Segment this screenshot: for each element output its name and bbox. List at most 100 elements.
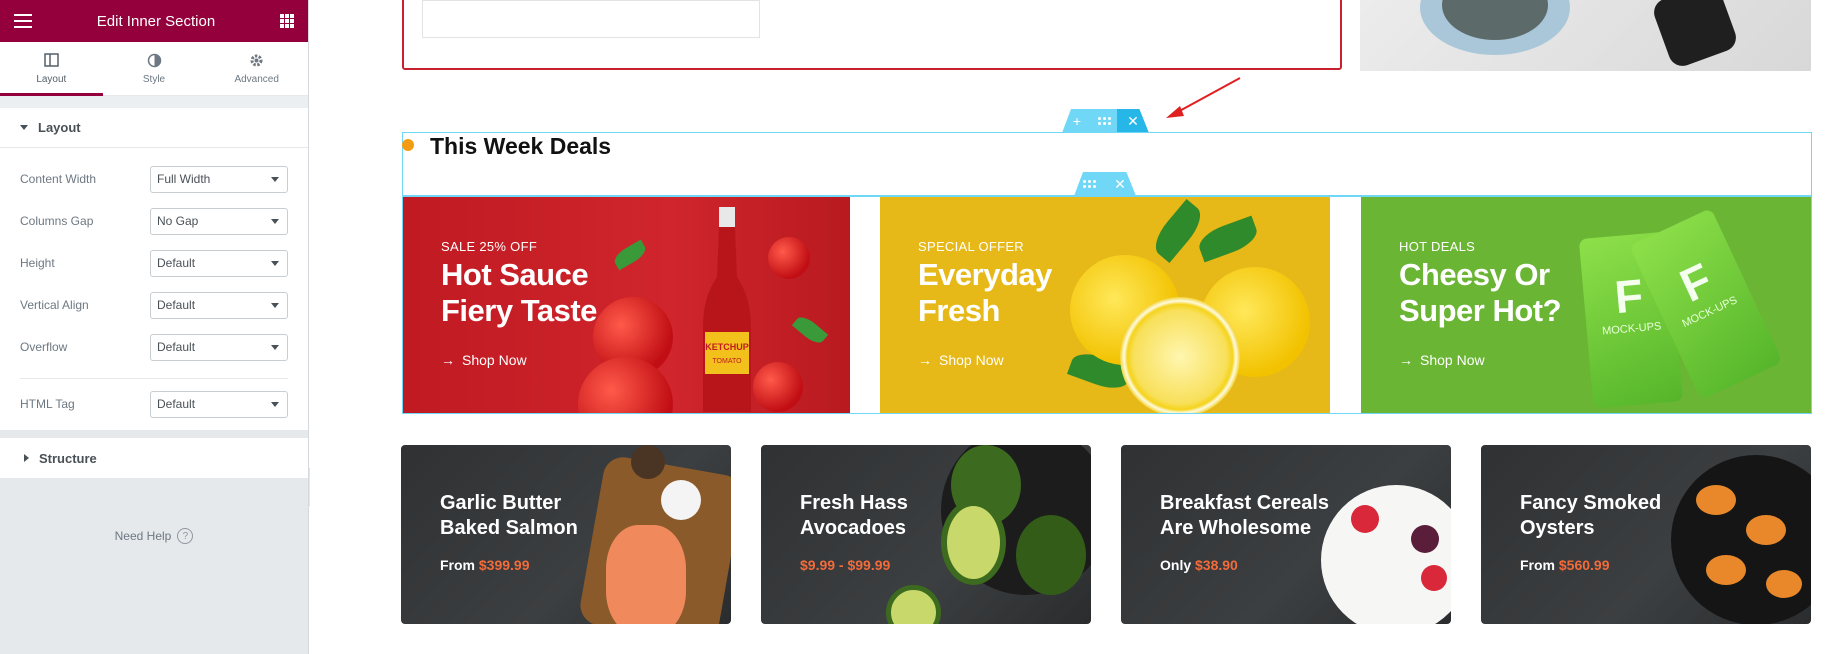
card-title-line: Avocadoes xyxy=(800,517,906,539)
widgets-grid-icon[interactable] xyxy=(280,14,294,28)
price-value: $399.99 xyxy=(478,557,530,573)
avocado-image xyxy=(1016,515,1086,595)
need-help-label: Need Help xyxy=(114,529,172,543)
delete-inner-button[interactable]: ✕ xyxy=(1104,172,1136,196)
layout-section-title: Layout xyxy=(38,120,81,135)
card-title: Fresh Hass Avocadoes xyxy=(800,491,908,541)
shop-now-link[interactable]: → Shop Now xyxy=(441,352,527,368)
strawberry-image xyxy=(1351,505,1379,533)
chevron-down-icon xyxy=(271,176,279,182)
section-toolbar: + ✕ xyxy=(1062,109,1149,133)
tab-layout[interactable]: Layout xyxy=(0,42,103,96)
arrow-right-icon: → xyxy=(1399,352,1413,368)
banner-title-line: Everyday xyxy=(918,257,1052,292)
leaf-image xyxy=(611,239,649,271)
card-price: From $560.99 xyxy=(1520,557,1610,573)
overflow-select[interactable]: Default xyxy=(150,333,288,361)
banner-cheesy[interactable]: F MOCK-UPS F MOCK-UPS HOT DEALS Cheesy Or S… xyxy=(1361,197,1811,413)
card-title-line: Oysters xyxy=(1520,517,1595,539)
help-icon: ? xyxy=(177,528,194,544)
select-value: No Gap xyxy=(157,214,199,228)
panel-title: Edit Inner Section xyxy=(96,12,216,30)
price-prefix: Only xyxy=(1160,557,1196,573)
avocado-half-image xyxy=(941,500,1006,585)
product-card-avocado[interactable]: Fresh Hass Avocadoes $9.99 - $99.99 xyxy=(761,445,1091,624)
arrow-right-icon: → xyxy=(918,352,932,368)
chevron-down-icon xyxy=(271,344,279,350)
drag-section-handle[interactable] xyxy=(1092,109,1117,133)
banner-title-line: Cheesy Or xyxy=(1399,257,1550,292)
shop-now-link[interactable]: → Shop Now xyxy=(1399,352,1485,368)
need-help-link[interactable]: Need Help ? xyxy=(0,528,308,544)
card-title-line: Breakfast Cereals xyxy=(1160,492,1329,514)
tab-layout-label: Layout xyxy=(36,74,67,85)
ketchup-bottle-image: KETCHUP TOMATO xyxy=(703,207,751,412)
select-value: Default xyxy=(157,397,196,411)
vertical-align-select[interactable]: Default xyxy=(150,291,288,319)
select-value: Full Width xyxy=(157,172,211,186)
tab-advanced-label: Advanced xyxy=(234,74,279,85)
banner-title: Everyday Fresh xyxy=(918,257,1052,329)
control-content-width: Content Width Full Width xyxy=(20,158,288,200)
price-prefix: From xyxy=(440,557,479,573)
product-photo xyxy=(1360,0,1811,71)
contrast-icon xyxy=(146,52,162,68)
strawberry-image xyxy=(1421,565,1447,591)
content-box xyxy=(422,0,760,38)
salmon-image xyxy=(606,525,686,624)
salt-bowl-image xyxy=(661,480,701,520)
berry-image xyxy=(1411,525,1439,553)
columns-gap-select[interactable]: No Gap xyxy=(150,207,288,235)
caret-down-icon xyxy=(20,125,28,130)
product-card-salmon[interactable]: Garlic Butter Baked Salmon From $399.99 xyxy=(401,445,731,624)
add-section-button[interactable]: + xyxy=(1062,109,1092,133)
caret-right-icon xyxy=(24,454,29,462)
banner-kicker: SPECIAL OFFER xyxy=(918,239,1024,254)
content-width-select[interactable]: Full Width xyxy=(150,165,288,193)
card-title-line: Fancy Smoked xyxy=(1520,492,1662,514)
structure-section-toggle[interactable]: Structure xyxy=(0,438,308,478)
menu-icon[interactable] xyxy=(14,14,32,28)
banner-everyday-fresh[interactable]: SPECIAL OFFER Everyday Fresh → Shop Now xyxy=(880,197,1330,413)
drag-inner-handle[interactable] xyxy=(1074,172,1104,196)
html-tag-select[interactable]: Default xyxy=(150,390,288,418)
mussel-image xyxy=(1706,555,1746,585)
bullet-dot xyxy=(402,139,414,151)
control-label: Columns Gap xyxy=(20,214,94,228)
banner-hot-sauce[interactable]: KETCHUP TOMATO SALE 25% OFF Hot Sauce Fie… xyxy=(403,197,850,413)
tab-style[interactable]: Style xyxy=(103,42,206,95)
close-icon: ✕ xyxy=(1114,175,1126,192)
banner-title: Hot Sauce Fiery Taste xyxy=(441,257,597,329)
layout-icon xyxy=(43,52,59,68)
phone-image xyxy=(1650,0,1740,70)
shop-now-link[interactable]: → Shop Now xyxy=(918,352,1004,368)
control-height: Height Default xyxy=(20,242,288,284)
structure-section-title: Structure xyxy=(39,450,97,466)
avocado-half-image xyxy=(886,585,941,624)
card-title-line: Baked Salmon xyxy=(440,517,578,539)
mussel-image xyxy=(1746,515,1786,545)
shop-now-label: Shop Now xyxy=(939,352,1004,368)
card-price: Only $38.90 xyxy=(1160,557,1238,573)
height-select[interactable]: Default xyxy=(150,249,288,277)
shop-now-label: Shop Now xyxy=(462,352,527,368)
yogurt-bowl-image xyxy=(1321,485,1451,624)
product-card-oysters[interactable]: Fancy Smoked Oysters From $560.99 xyxy=(1481,445,1811,624)
control-label: HTML Tag xyxy=(20,397,75,411)
plus-icon: + xyxy=(1072,113,1082,129)
tab-advanced[interactable]: Advanced xyxy=(205,42,308,95)
tomato-image xyxy=(768,237,810,279)
layout-controls: Content Width Full Width Columns Gap No … xyxy=(0,148,308,425)
card-price: From $399.99 xyxy=(440,557,530,573)
section-heading: This Week Deals xyxy=(430,133,612,159)
tomato-label: TOMATO xyxy=(712,358,742,365)
control-label: Height xyxy=(20,256,55,270)
control-vertical-align: Vertical Align Default xyxy=(20,284,288,326)
lemon-slice-image xyxy=(1120,297,1240,413)
layout-section-toggle[interactable]: Layout xyxy=(0,108,308,148)
control-columns-gap: Columns Gap No Gap xyxy=(20,200,288,242)
price-value: $560.99 xyxy=(1558,557,1610,573)
editor-canvas: + ✕ This Week Deals ✕ KETCHUP TOMATO SAL… xyxy=(310,0,1847,654)
product-card-cereals[interactable]: Breakfast Cereals Are Wholesome Only $38.… xyxy=(1121,445,1451,624)
delete-section-button[interactable]: ✕ xyxy=(1117,109,1149,133)
